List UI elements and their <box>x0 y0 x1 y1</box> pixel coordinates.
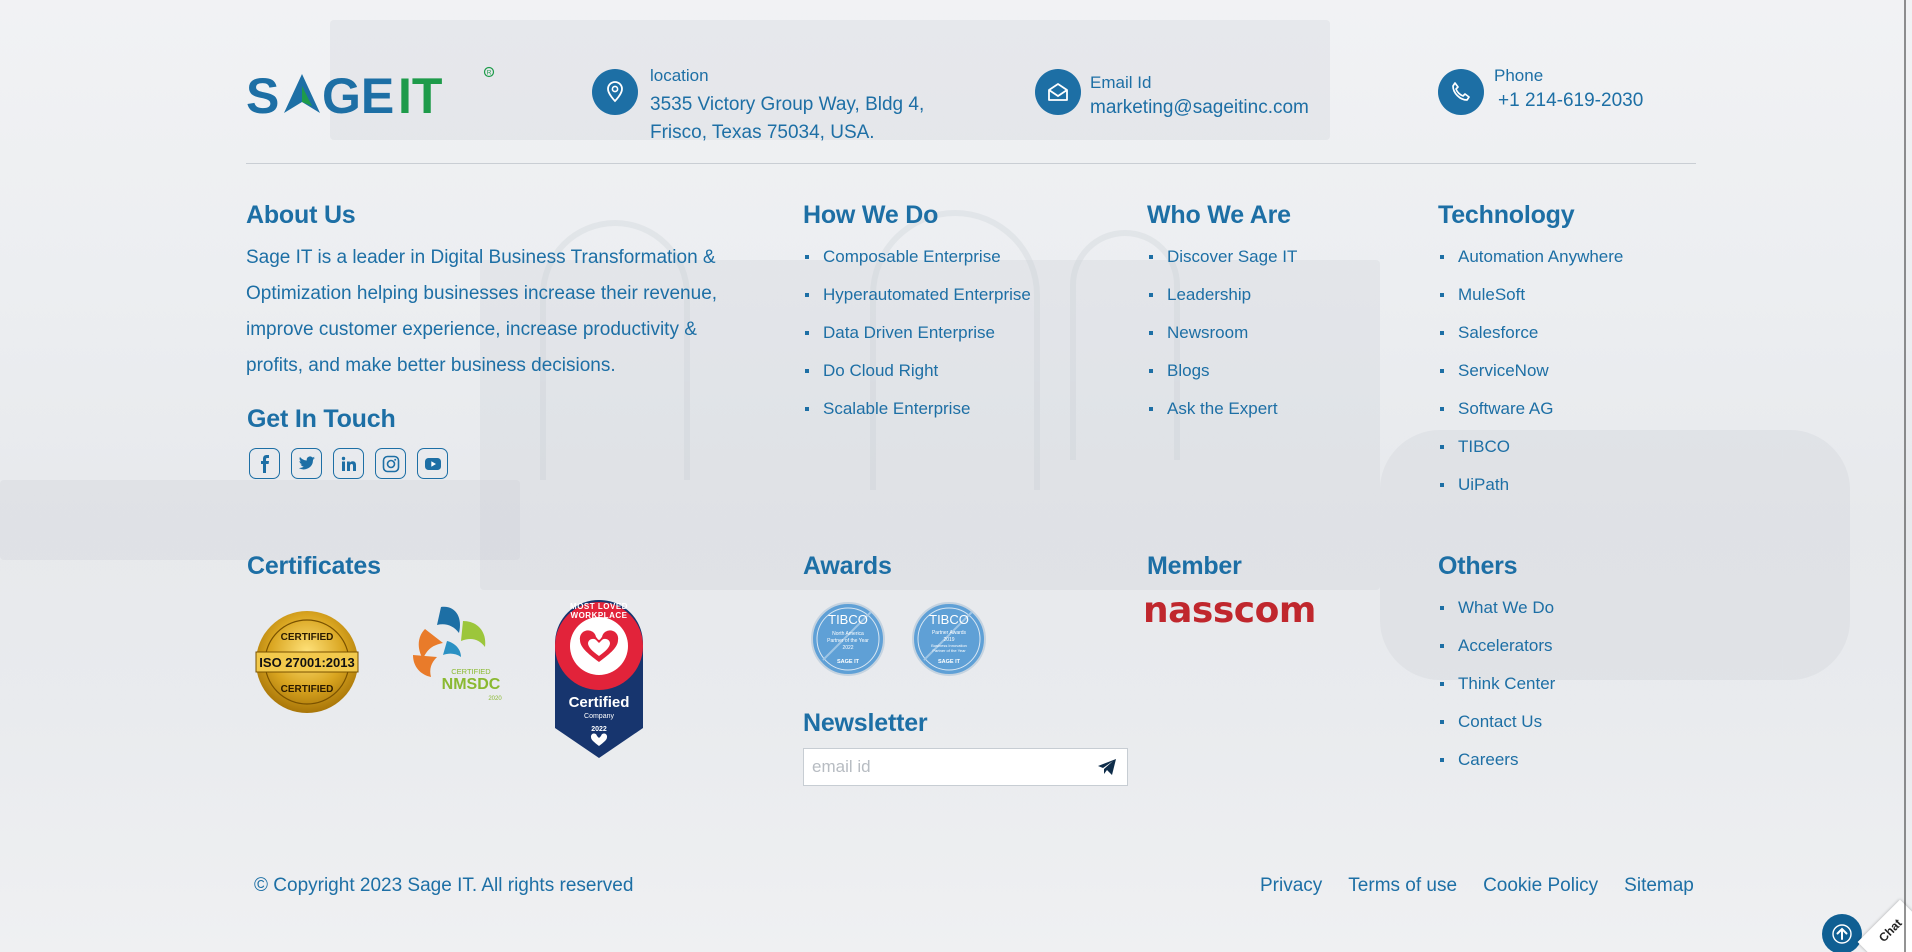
others-title: Others <box>1438 552 1518 580</box>
tibco-award-badge-2019: TIBCO Partner Awards 2019 Business Innov… <box>912 602 986 676</box>
phone-label: Phone <box>1494 66 1544 85</box>
svg-text:Partner of the Year: Partner of the Year <box>827 638 869 644</box>
list-item[interactable]: Blogs <box>1147 352 1297 390</box>
list-item[interactable]: Newsroom <box>1147 314 1297 352</box>
header-divider <box>246 163 1696 164</box>
about-us-text: Sage IT is a leader in Digital Business … <box>246 247 718 376</box>
nmsdc-certificate-badge: CERTIFIED NMSDC 2020 <box>395 601 507 707</box>
svg-text:2020: 2020 <box>488 696 502 702</box>
linkedin-icon[interactable] <box>333 448 364 479</box>
send-icon[interactable] <box>1087 749 1127 785</box>
list-item[interactable]: UiPath <box>1438 466 1623 504</box>
list-item[interactable]: Composable Enterprise <box>803 238 1031 276</box>
list-item[interactable]: Contact Us <box>1438 703 1555 741</box>
svg-text:SAGE IT: SAGE IT <box>938 659 961 665</box>
svg-text:CERTIFIED: CERTIFIED <box>281 632 334 643</box>
svg-text:R: R <box>487 70 492 77</box>
list-item[interactable]: Scalable Enterprise <box>803 390 1031 428</box>
address-line-1: 3535 Victory Group Way, Bldg 4, <box>650 94 925 115</box>
list-item[interactable]: Think Center <box>1438 665 1555 703</box>
email-label: Email Id <box>1090 73 1152 92</box>
tibco-award-badge-2022: TIBCO North America Partner of the Year … <box>811 602 885 676</box>
facebook-icon[interactable] <box>249 448 280 479</box>
location-label: location <box>650 66 709 85</box>
footer-links: Privacy Terms of use Cookie Policy Sitem… <box>1260 875 1694 897</box>
scrollbar-edge <box>1904 0 1906 952</box>
svg-text:Company: Company <box>584 713 614 720</box>
list-item[interactable]: Ask the Expert <box>1147 390 1297 428</box>
sage-it-logo-mark: S GE IT R <box>246 66 495 124</box>
svg-text:TIBCO: TIBCO <box>929 612 969 627</box>
list-item[interactable]: Automation Anywhere <box>1438 238 1623 276</box>
svg-text:CERTIFIED: CERTIFIED <box>451 667 491 676</box>
iso-certificate-badge: CERTIFIED ISO 27001:2013 CERTIFIED <box>252 610 362 714</box>
svg-text:NMSDC: NMSDC <box>442 676 501 693</box>
arrow-up-icon[interactable] <box>1822 914 1862 952</box>
list-item[interactable]: Careers <box>1438 741 1555 779</box>
newsletter-form <box>803 748 1128 786</box>
svg-text:ISO 27001:2013: ISO 27001:2013 <box>259 655 354 670</box>
chat-label: Chat <box>1875 916 1905 945</box>
list-item[interactable]: What We Do <box>1438 589 1555 627</box>
list-item[interactable]: Hyperautomated Enterprise <box>803 276 1031 314</box>
how-we-do-title: How We Do <box>803 201 939 229</box>
svg-text:GE: GE <box>322 68 394 124</box>
list-item[interactable]: Salesforce <box>1438 314 1623 352</box>
envelope-icon <box>1035 69 1081 115</box>
workplace-badge-arc-text: MOST LOVED WORKPLACE <box>570 602 628 620</box>
svg-text:S: S <box>246 68 280 124</box>
copyright-text: © Copyright 2023 Sage IT. All rights res… <box>254 875 634 896</box>
about-us-title: About Us <box>246 201 356 229</box>
list-item[interactable]: TIBCO <box>1438 428 1623 466</box>
list-item[interactable]: Software AG <box>1438 390 1623 428</box>
newsletter-email-input[interactable] <box>804 749 1087 785</box>
nasscom-logo: nasscom <box>1143 590 1316 631</box>
sage-it-logo[interactable]: S GE IT R <box>246 66 496 126</box>
svg-text:North America: North America <box>832 631 864 637</box>
email-link[interactable]: marketing@sageitinc.com <box>1090 94 1309 122</box>
who-we-are-title: Who We Are <box>1147 201 1291 229</box>
cookie-policy-link[interactable]: Cookie Policy <box>1483 875 1598 897</box>
how-we-do-list: Composable Enterprise Hyperautomated Ent… <box>803 238 1031 428</box>
most-loved-workplace-badge: Certified Company 2022 MOST LOVED WORKPL… <box>552 598 646 760</box>
terms-of-use-link[interactable]: Terms of use <box>1348 875 1457 897</box>
list-item[interactable]: Do Cloud Right <box>803 352 1031 390</box>
list-item[interactable]: Discover Sage IT <box>1147 238 1297 276</box>
address-line-2: Frisco, Texas 75034, USA. <box>650 122 875 143</box>
list-item[interactable]: Leadership <box>1147 276 1297 314</box>
technology-title: Technology <box>1438 201 1575 229</box>
svg-text:IT: IT <box>398 68 442 124</box>
awards-title: Awards <box>803 552 892 580</box>
svg-text:2022: 2022 <box>591 726 607 733</box>
svg-text:TIBCO: TIBCO <box>828 612 868 627</box>
sitemap-link[interactable]: Sitemap <box>1624 875 1694 897</box>
certificates-title: Certificates <box>247 552 381 580</box>
youtube-icon[interactable] <box>417 448 448 479</box>
get-in-touch-title: Get In Touch <box>247 405 396 433</box>
svg-text:Partner Awards: Partner Awards <box>932 630 967 636</box>
phone-icon <box>1438 69 1484 115</box>
svg-text:SAGE IT: SAGE IT <box>837 659 860 665</box>
who-we-are-list: Discover Sage IT Leadership Newsroom Blo… <box>1147 238 1297 428</box>
social-links <box>249 448 448 479</box>
privacy-link[interactable]: Privacy <box>1260 875 1322 897</box>
list-item[interactable]: Data Driven Enterprise <box>803 314 1031 352</box>
instagram-icon[interactable] <box>375 448 406 479</box>
list-item[interactable]: ServiceNow <box>1438 352 1623 390</box>
svg-text:CERTIFIED: CERTIFIED <box>281 684 334 695</box>
others-list: What We Do Accelerators Think Center Con… <box>1438 589 1555 779</box>
list-item[interactable]: MuleSoft <box>1438 276 1623 314</box>
svg-text:2022: 2022 <box>842 645 853 651</box>
twitter-icon[interactable] <box>291 448 322 479</box>
svg-text:Partner of the Year: Partner of the Year <box>932 648 966 653</box>
member-title: Member <box>1147 552 1242 580</box>
location-pin-icon <box>592 69 638 115</box>
technology-list: Automation Anywhere MuleSoft Salesforce … <box>1438 238 1623 504</box>
phone-link[interactable]: +1 214-619-2030 <box>1498 87 1643 115</box>
newsletter-title: Newsletter <box>803 709 928 737</box>
list-item[interactable]: Accelerators <box>1438 627 1555 665</box>
svg-text:Certified: Certified <box>569 694 630 711</box>
